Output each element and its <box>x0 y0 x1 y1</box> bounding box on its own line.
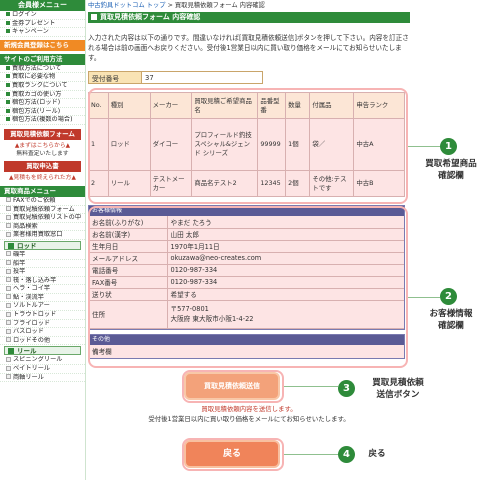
send-note: 受付後1営業日以内に買い取り価格をメールにてお知らせいたします。 <box>148 415 350 423</box>
sidebar-item-campaign[interactable]: キャンペーン <box>0 28 85 37</box>
bullet-icon <box>6 29 10 34</box>
annotation-badge-3: 3 <box>338 380 355 397</box>
square-marker-icon <box>6 365 11 371</box>
square-marker-icon <box>6 328 11 334</box>
annotation-1-line1: 買取希望商品 確認欄 <box>425 159 477 181</box>
bullet-icon <box>6 65 10 70</box>
sidebar-item-rod-8[interactable]: フライロッド <box>0 320 85 329</box>
square-marker-icon <box>6 268 11 274</box>
page-root: 会員様メニュー ログイン 金券プレゼント キャンペーン 新規会員登録はこちら サ… <box>0 0 500 480</box>
sidebar-item-product-4[interactable]: 業者様用買取窓口 <box>0 231 85 240</box>
bullet-icon <box>6 82 10 87</box>
highlight-back <box>182 438 284 471</box>
sidebar-item-usage-6[interactable]: 梱包方法(複数の場合) <box>0 116 85 125</box>
connector-2 <box>408 297 440 298</box>
sidebar-item-rod-7[interactable]: トラウトロッド <box>0 311 85 320</box>
product-list: FAXでのご依頼 買取見積依頼フォーム 買取見積依頼リストの中 商品検索 業者様用買取窓… <box>0 197 85 240</box>
rod-category[interactable]: ロッド <box>4 240 81 250</box>
sidebar-item-voucher[interactable]: 金券プレゼント <box>0 20 85 29</box>
bullet-icon <box>6 108 10 113</box>
square-marker-icon <box>6 197 11 203</box>
bullet-icon <box>6 117 10 122</box>
category-icon <box>8 242 14 249</box>
square-marker-icon <box>6 206 11 212</box>
square-marker-icon <box>6 356 11 362</box>
annotation-badge-4: 4 <box>338 446 355 463</box>
sidebar-item-rod-3[interactable]: 筏・落し込み竿 <box>0 277 85 286</box>
square-marker-icon <box>6 251 11 257</box>
sidebar-item-rod-5[interactable]: 鮎・渓流竿 <box>0 294 85 303</box>
sidebar-item-product-3[interactable]: 商品検索 <box>0 223 85 232</box>
highlight-send <box>182 370 284 403</box>
estimate-note-2: 無料査定いたします <box>16 150 69 157</box>
sidebar-item-rod-1[interactable]: 船竿 <box>0 260 85 269</box>
annotation-3-text: 買取見積依頼 送信ボタン <box>372 378 424 400</box>
square-marker-icon <box>6 260 11 265</box>
square-marker-icon <box>6 320 11 326</box>
site-usage-header: サイトのご利用方法 <box>0 53 85 65</box>
product-menu-header: 買取商品メニュー <box>0 185 85 197</box>
bullet-icon <box>6 20 10 25</box>
rod-list: 磯竿 船竿 投竿 筏・落し込み竿 ヘラ・コイ竿 鮎・渓流竿 ソルトルアー トラウトロッド フライ… <box>0 251 85 346</box>
bullet-icon <box>6 100 10 105</box>
sidebar-item-usage-4[interactable]: 梱包方法(ロッド) <box>0 99 85 108</box>
square-marker-icon <box>6 374 11 380</box>
sidebar-item-reel-2[interactable]: 両軸リール <box>0 374 85 383</box>
reel-list: スピニングリール ベイトリール 両軸リール <box>0 356 85 383</box>
highlight-items <box>88 88 408 204</box>
category-icon <box>8 348 14 355</box>
bullet-icon <box>6 91 10 96</box>
sidebar-item-rod-9[interactable]: バスロッド <box>0 328 85 337</box>
new-member-banner[interactable]: 新規会員登録はこちら <box>0 39 85 51</box>
square-marker-icon <box>6 294 11 300</box>
sidebar-item-rod-2[interactable]: 投竿 <box>0 268 85 277</box>
square-marker-icon <box>6 277 11 283</box>
sidebar-item-product-2[interactable]: 買取見積依頼リストの中 <box>0 214 85 223</box>
sidebar-item-usage-0[interactable]: 買取方法について <box>0 65 85 74</box>
sidebar-item-rod-10[interactable]: ロッドその他 <box>0 337 85 346</box>
square-marker-icon <box>6 223 11 229</box>
bullet-icon <box>6 74 10 79</box>
sidebar-item-product-0[interactable]: FAXでのご依頼 <box>0 197 85 206</box>
sidebar-item-usage-1[interactable]: 買取に必要な物 <box>0 73 85 82</box>
sidebar-item-login[interactable]: ログイン <box>0 11 85 20</box>
sidebar-item-reel-1[interactable]: ベイトリール <box>0 365 85 374</box>
bullet-icon <box>6 12 10 16</box>
apply-form-banner[interactable]: 買取申込書 <box>4 160 81 172</box>
sidebar-item-usage-5[interactable]: 梱包方法(リール) <box>0 108 85 117</box>
square-marker-icon <box>6 214 11 220</box>
annotation-4-text: 戻る <box>368 449 386 459</box>
sidebar-item-rod-4[interactable]: ヘラ・コイ竿 <box>0 285 85 294</box>
square-marker-icon <box>6 231 11 237</box>
sidebar-item-usage-3[interactable]: 買取カゴの使い方 <box>0 91 85 100</box>
sidebar-item-product-1[interactable]: 買取見積依頼フォーム <box>0 206 85 215</box>
square-marker-icon <box>6 311 11 317</box>
reel-category[interactable]: リール <box>4 346 81 356</box>
apply-note: ▲見積もを終えられた方▲ <box>9 174 76 181</box>
estimate-form-banner[interactable]: 買取見積依頼フォーム <box>4 128 81 140</box>
sidebar-item-usage-2[interactable]: 買取ランクについて <box>0 82 85 91</box>
annotation-badge-2: 2 <box>440 288 457 305</box>
estimate-note: ▲まずはこちらから▲ <box>14 142 71 149</box>
connector-3 <box>284 386 338 387</box>
connector-1 <box>408 146 440 147</box>
annotation-2-text: お客様情報 確認欄 <box>429 309 473 331</box>
sidebar-item-rod-0[interactable]: 磯竿 <box>0 251 85 260</box>
member-menu-header: 会員様メニュー <box>0 0 85 11</box>
square-marker-icon <box>6 302 11 308</box>
connector-4 <box>284 454 338 455</box>
sidebar-item-reel-0[interactable]: スピニングリール <box>0 356 85 366</box>
square-marker-icon <box>6 285 11 291</box>
square-marker-icon <box>6 337 11 343</box>
send-note-red: 買取見積依頼内容を送信します。 <box>201 405 297 413</box>
usage-list: 買取方法について 買取に必要な物 買取ランクについて 買取カゴの使い方 梱包方法(ロッド… <box>0 65 85 125</box>
sidebar-item-rod-6[interactable]: ソルトルアー <box>0 302 85 312</box>
highlight-customer <box>88 206 408 368</box>
annotation-badge-1: 1 <box>440 138 457 155</box>
sidebar: 会員様メニュー ログイン 金券プレゼント キャンペーン 新規会員登録はこちら サ… <box>0 0 86 480</box>
